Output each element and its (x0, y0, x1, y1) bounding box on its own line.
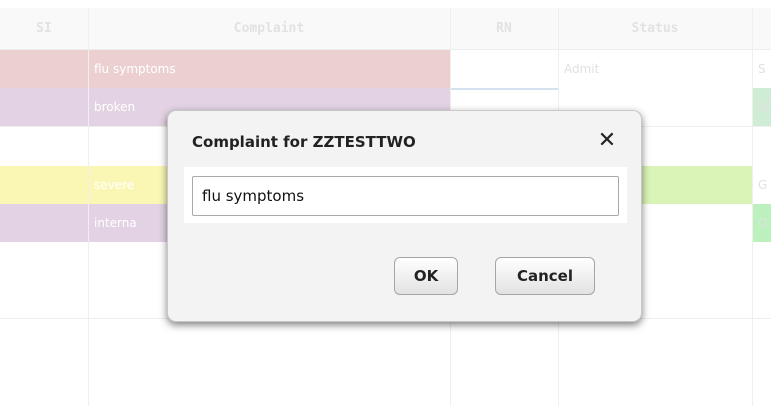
complaint-dialog: Complaint for ZZTESTTWO ✕ OK Cancel (167, 110, 642, 322)
ok-button[interactable]: OK (394, 257, 458, 295)
complaint-input[interactable] (192, 176, 619, 216)
dialog-body (184, 167, 627, 223)
close-icon[interactable]: ✕ (593, 127, 621, 155)
dialog-title: Complaint for ZZTESTTWO (192, 133, 416, 151)
cancel-button[interactable]: Cancel (495, 257, 595, 295)
